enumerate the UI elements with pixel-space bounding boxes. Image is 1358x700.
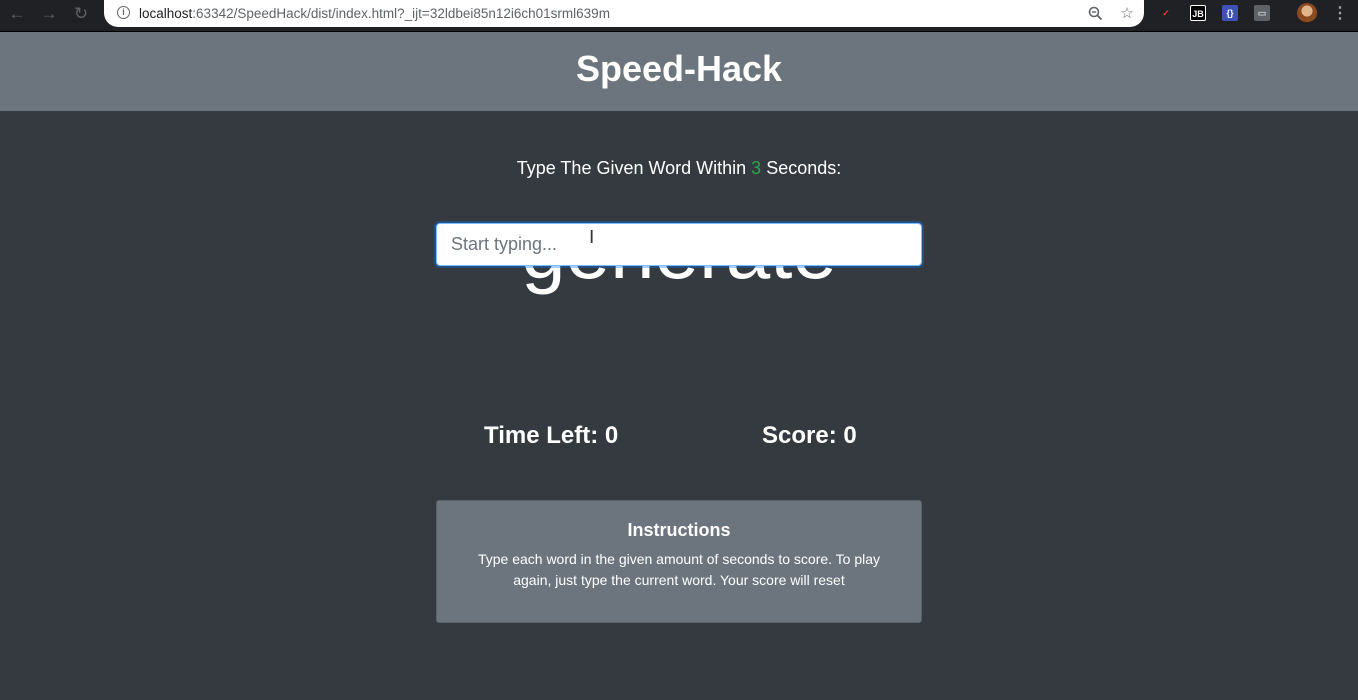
score: Score: 0 bbox=[762, 422, 857, 449]
zoom-icon[interactable] bbox=[1084, 0, 1106, 27]
page-title: Speed-Hack bbox=[575, 48, 783, 89]
extension-icon-jetbrains[interactable]: JB bbox=[1190, 5, 1206, 21]
extension-icon-pen[interactable]: ✓ bbox=[1158, 5, 1174, 21]
url-host: localhost bbox=[139, 6, 193, 21]
page-header: Speed-Hack bbox=[0, 32, 1358, 111]
kebab-menu-icon[interactable]: ⋮ bbox=[1332, 0, 1348, 27]
instructions-card: Instructions Type each word in the given… bbox=[436, 500, 922, 623]
profile-avatar[interactable] bbox=[1297, 3, 1317, 23]
address-bar[interactable]: i localhost:63342/SpeedHack/dist/index.h… bbox=[104, 0, 1144, 27]
instruction-prefix: Type The Given Word Within bbox=[516, 158, 752, 178]
star-icon[interactable]: ☆ bbox=[1116, 0, 1138, 27]
back-arrow-icon[interactable]: ← bbox=[4, 0, 30, 27]
time-left: Time Left: 0 bbox=[484, 422, 619, 449]
seconds-value: 3 bbox=[751, 158, 762, 178]
info-icon[interactable]: i bbox=[117, 6, 130, 19]
url-text[interactable]: localhost:63342/SpeedHack/dist/index.htm… bbox=[139, 0, 610, 27]
instruction-suffix: Seconds: bbox=[761, 158, 842, 178]
instructions-title: Instructions bbox=[627, 520, 731, 540]
url-path: :63342/SpeedHack/dist/index.html?_ijt=32… bbox=[192, 6, 610, 21]
browser-toolbar: ← → ↻ i localhost:63342/SpeedHack/dist/i… bbox=[0, 0, 1358, 32]
reload-icon[interactable]: ↻ bbox=[68, 0, 94, 27]
instruction-line: Type The Given Word Within 3 Seconds: bbox=[0, 156, 1358, 180]
extension-icon-braces[interactable]: {} bbox=[1222, 5, 1238, 21]
word-input[interactable] bbox=[436, 223, 922, 266]
text-cursor-icon: I bbox=[589, 227, 595, 248]
extension-icon-box[interactable]: ▭ bbox=[1254, 5, 1270, 21]
instructions-body: Type each word in the given amount of se… bbox=[477, 551, 881, 588]
forward-arrow-icon[interactable]: → bbox=[36, 0, 62, 27]
